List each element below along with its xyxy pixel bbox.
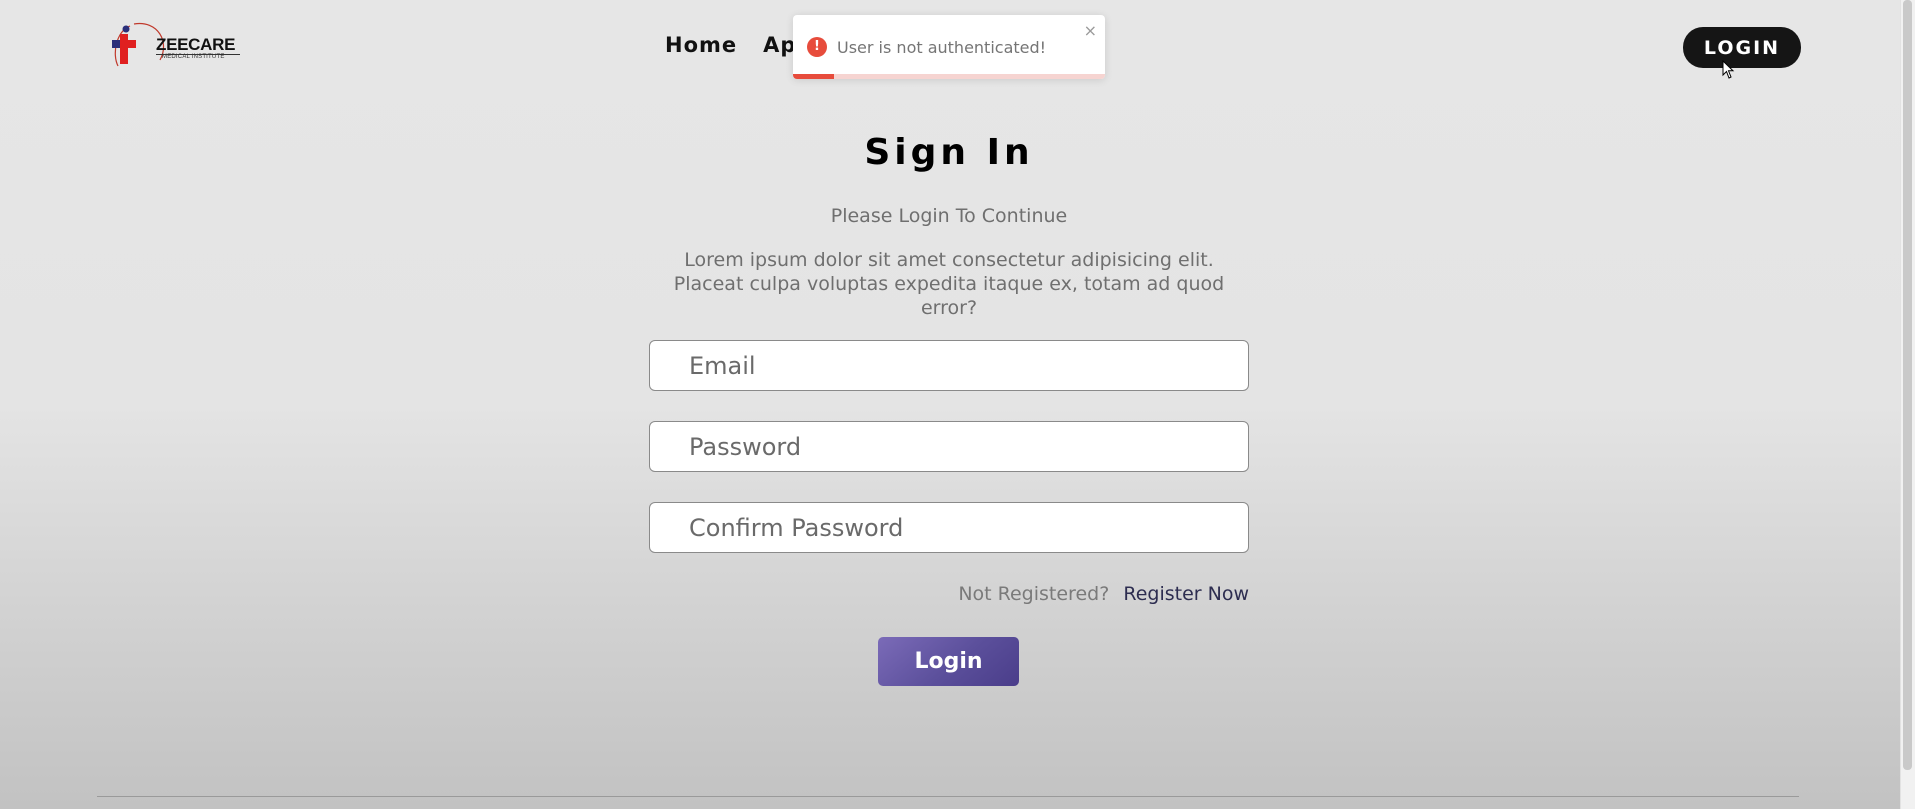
- confirm-password-field[interactable]: [649, 502, 1249, 553]
- page-subtitle: Please Login To Continue: [830, 205, 1068, 227]
- logo-subtitle: MEDICAL INSTITUTE: [162, 54, 225, 60]
- toast-progress-track: [793, 74, 1105, 79]
- register-row: Not Registered? Register Now: [649, 583, 1249, 605]
- scrollbar[interactable]: [1900, 0, 1915, 809]
- logo[interactable]: ZEECARE MEDICAL INSTITUTE: [108, 20, 240, 76]
- mouse-cursor-icon: [1722, 60, 1735, 79]
- not-registered-label: Not Registered?: [958, 583, 1110, 605]
- page-title: Sign In: [864, 132, 1034, 173]
- exclamation-icon: !: [807, 37, 827, 57]
- page-description: Lorem ipsum dolor sit amet consectetur a…: [673, 249, 1225, 319]
- register-now-link[interactable]: Register Now: [1123, 583, 1249, 605]
- toast-message: User is not authenticated!: [837, 38, 1047, 57]
- logo-name: ZEECARE: [156, 35, 236, 54]
- error-toast: ! User is not authenticated! ×: [793, 15, 1105, 79]
- nav-home[interactable]: Home: [665, 33, 737, 57]
- login-submit-button[interactable]: Login: [878, 637, 1019, 686]
- password-field[interactable]: [649, 421, 1249, 472]
- toast-progress-bar: [793, 74, 834, 79]
- scrollbar-thumb[interactable]: [1903, 0, 1912, 770]
- email-field[interactable]: [649, 340, 1249, 391]
- close-icon[interactable]: ×: [1084, 21, 1097, 40]
- footer-divider: [97, 796, 1799, 797]
- header-login-button[interactable]: LOGIN: [1683, 27, 1801, 68]
